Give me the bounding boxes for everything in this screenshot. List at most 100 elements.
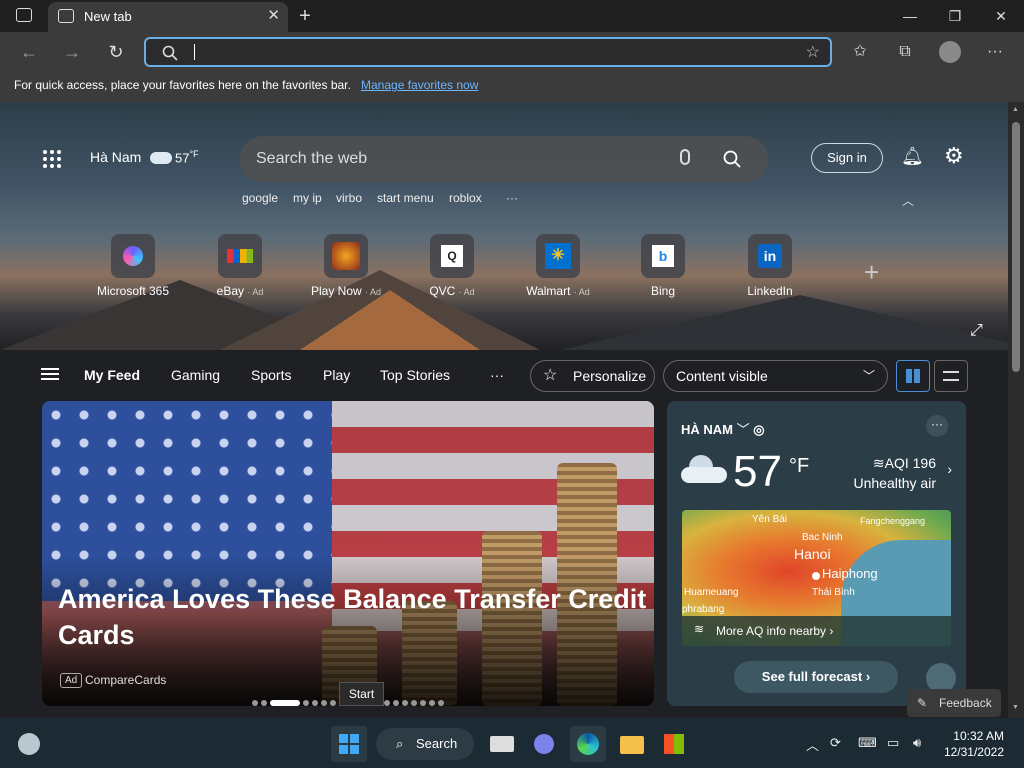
search-icon bbox=[162, 45, 178, 61]
scrollbar-thumb[interactable] bbox=[1012, 122, 1020, 372]
suggestion-my-ip[interactable]: my ip bbox=[293, 191, 322, 205]
chevron-down-icon: ﹀ bbox=[862, 369, 875, 383]
quicklink-ebay[interactable]: eBay · Ad bbox=[190, 234, 290, 298]
microsoft-store-icon[interactable] bbox=[656, 726, 692, 762]
tab-sports[interactable]: Sports bbox=[251, 367, 291, 383]
teams-chat-icon[interactable] bbox=[526, 726, 562, 762]
add-shortcut-icon[interactable]: + bbox=[864, 257, 879, 288]
collections-icon[interactable]: ⧉ bbox=[890, 38, 920, 66]
linkedin-icon: in bbox=[748, 234, 792, 278]
article-headline[interactable]: America Loves These Balance Transfer Cre… bbox=[58, 581, 648, 653]
restore-button[interactable]: ❐ bbox=[935, 4, 975, 28]
content-visibility-dropdown[interactable]: Content visible ﹀ bbox=[663, 360, 888, 392]
map-label: phrabang bbox=[682, 604, 725, 615]
map-label: Hanoi bbox=[794, 546, 831, 562]
quicklink-linkedin[interactable]: in LinkedIn bbox=[720, 234, 820, 298]
page-settings-gear-icon[interactable]: ⚙ bbox=[944, 143, 964, 169]
minimize-button[interactable]: — bbox=[890, 4, 930, 28]
personalize-button[interactable]: ☆ Personalize bbox=[530, 360, 655, 392]
featured-article-card[interactable]: America Loves These Balance Transfer Cre… bbox=[42, 401, 654, 706]
scroll-down-arrow-icon[interactable]: ▼ bbox=[1012, 704, 1019, 711]
clock-date: 12/31/2022 bbox=[943, 745, 1004, 759]
address-bar[interactable]: ☆ bbox=[144, 37, 832, 67]
weather-location[interactable]: HÀ NAM ﹀ ◎ bbox=[681, 419, 765, 438]
quicklink-qvc[interactable]: Q QVC · Ad bbox=[402, 234, 502, 298]
suggestion-google[interactable]: google bbox=[242, 191, 278, 205]
weather-widget-icon[interactable] bbox=[18, 733, 40, 755]
quicklink-walmart[interactable]: ✳ Walmart · Ad bbox=[508, 234, 608, 298]
walmart-icon: ✳ bbox=[536, 234, 580, 278]
back-button[interactable]: ← bbox=[14, 38, 44, 66]
more-aq-info-link[interactable]: ≋ More AQ info nearby › bbox=[682, 616, 951, 646]
refresh-button[interactable]: ↻ bbox=[101, 38, 131, 66]
weather-card[interactable]: HÀ NAM ﹀ ◎ ··· 57 °F ≋AQI 196 Unhealthy … bbox=[667, 401, 966, 706]
location-label[interactable]: Hà Nam bbox=[90, 149, 141, 165]
close-tab-icon[interactable]: ✕ bbox=[267, 6, 280, 24]
quicklink-microsoft-365[interactable]: Microsoft 365 bbox=[83, 234, 183, 298]
quicklink-bing[interactable]: b Bing bbox=[613, 234, 713, 298]
add-favorite-icon[interactable]: ☆ bbox=[806, 42, 820, 62]
web-search-box[interactable]: Search the web bbox=[240, 136, 768, 182]
microphone-icon[interactable] bbox=[680, 149, 690, 165]
weather-temperature[interactable]: 57°F bbox=[175, 149, 199, 165]
keyboard-icon[interactable]: ⌨ bbox=[858, 735, 877, 751]
suggestion-roblox[interactable]: roblox bbox=[449, 191, 482, 205]
quicklink-play-now[interactable]: Play Now · Ad bbox=[296, 234, 396, 298]
suggestion-start-menu[interactable]: start menu bbox=[377, 191, 434, 205]
display-icon[interactable]: ▭ bbox=[887, 735, 899, 751]
chevron-right-icon[interactable]: › bbox=[947, 461, 952, 477]
air-quality-info[interactable]: ≋AQI 196 Unhealthy air bbox=[854, 453, 937, 493]
tab-gaming[interactable]: Gaming bbox=[171, 367, 220, 383]
settings-more-icon[interactable]: ··· bbox=[980, 38, 1010, 66]
manage-favorites-link[interactable]: Manage favorites now bbox=[361, 78, 478, 92]
forward-button[interactable]: → bbox=[57, 38, 87, 66]
new-tab-page: Hà Nam 57°F Search the web Sign in 🔔︎ ⚙ … bbox=[0, 102, 1008, 718]
quicklink-label: eBay bbox=[216, 284, 244, 298]
suggestion-virbo[interactable]: virbo bbox=[336, 191, 362, 205]
list-view-button[interactable] bbox=[934, 360, 968, 392]
favorites-icon[interactable]: ✩ bbox=[845, 38, 875, 66]
grid-view-button[interactable] bbox=[896, 360, 930, 392]
show-hidden-icons-icon[interactable]: ︿ bbox=[806, 735, 819, 754]
suggestions-more-button[interactable]: ··· bbox=[506, 191, 518, 205]
aqi-status: Unhealthy air bbox=[853, 475, 937, 491]
sign-in-button[interactable]: Sign in bbox=[811, 143, 883, 173]
scroll-up-arrow-icon[interactable]: ▲ bbox=[1012, 106, 1019, 113]
file-explorer-icon[interactable] bbox=[614, 726, 650, 762]
tab-my-feed[interactable]: My Feed bbox=[84, 367, 140, 383]
task-view-icon[interactable] bbox=[484, 726, 520, 762]
search-icon[interactable] bbox=[723, 150, 741, 168]
volume-icon[interactable]: 🔊︎ bbox=[913, 735, 921, 751]
cloud-icon bbox=[150, 148, 172, 164]
start-button[interactable] bbox=[331, 726, 367, 762]
weather-more-button[interactable]: ··· bbox=[926, 415, 948, 437]
system-clock[interactable]: 10:32 AM 12/31/2022 bbox=[938, 728, 1004, 760]
menu-hamburger-icon[interactable] bbox=[41, 368, 59, 380]
apps-launcher-icon[interactable] bbox=[42, 149, 62, 169]
new-tab-button[interactable]: + bbox=[285, 4, 325, 28]
tab-top-stories[interactable]: Top Stories bbox=[380, 367, 450, 383]
air-quality-map[interactable]: Yên Bái Bac Ninh Fangchenggang Hanoi Hai… bbox=[682, 510, 951, 646]
collapse-chevron-icon[interactable]: ︿ bbox=[902, 192, 914, 209]
feedback-button[interactable]: ✎ Feedback bbox=[907, 689, 1001, 717]
tab-title: New tab bbox=[84, 9, 132, 24]
see-full-forecast-button[interactable]: See full forecast › bbox=[734, 661, 898, 693]
edge-browser-icon[interactable] bbox=[570, 726, 606, 762]
tab-play[interactable]: Play bbox=[323, 367, 350, 383]
map-label: Yên Bái bbox=[752, 514, 788, 525]
sync-icon[interactable]: ⟳ bbox=[830, 735, 841, 751]
new-tab-page-icon bbox=[58, 9, 74, 23]
tab-new-tab[interactable]: New tab ✕ bbox=[48, 2, 288, 32]
notifications-bell-icon[interactable]: 🔔︎ bbox=[901, 146, 924, 167]
bing-icon: b bbox=[641, 234, 685, 278]
aqi-icon: ≋ bbox=[872, 455, 885, 471]
tab-actions-icon[interactable] bbox=[16, 8, 32, 22]
close-window-button[interactable]: ✕ bbox=[981, 4, 1021, 28]
favorites-bar: For quick access, place your favorites h… bbox=[0, 72, 1024, 102]
expand-background-icon[interactable]: ⤢ bbox=[970, 322, 983, 340]
feed-more-button[interactable]: ··· bbox=[490, 367, 504, 383]
taskbar-search-button[interactable]: ⌕ Search bbox=[376, 728, 474, 760]
profile-avatar[interactable] bbox=[935, 38, 965, 66]
page-scrollbar[interactable]: ▲ ▼ bbox=[1008, 102, 1024, 718]
ebay-icon bbox=[218, 234, 262, 278]
